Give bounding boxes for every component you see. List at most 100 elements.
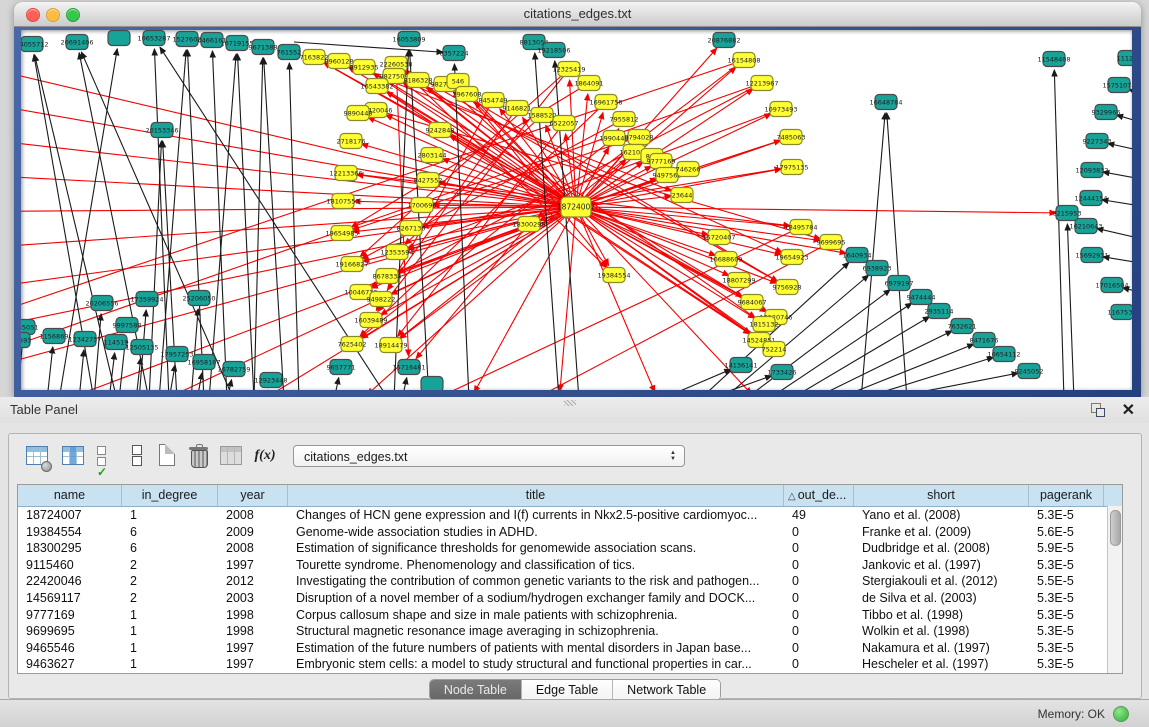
graph-edge[interactable] <box>169 365 175 390</box>
column-header-name[interactable]: name <box>18 485 122 506</box>
graph-edge[interactable] <box>209 54 236 390</box>
network-canvas[interactable]: 1872400771638228960128891293522260538982… <box>21 30 1132 390</box>
graph-edge[interactable] <box>79 350 84 390</box>
column-header-year[interactable]: year <box>218 485 288 506</box>
graph-edge[interactable] <box>879 373 1018 390</box>
column-header-out_de[interactable]: △out_de... <box>784 485 854 506</box>
graph-node-label: 9699695 <box>817 238 846 246</box>
select-all-columns-button[interactable]: ✓ ✓ <box>93 442 121 470</box>
graph-edge[interactable] <box>21 207 576 340</box>
graph-edge[interactable] <box>659 369 731 390</box>
cell-pagerank: 5.3E-5 <box>1029 656 1104 673</box>
table-row[interactable]: 977716911998Corpus callosum shape and si… <box>18 607 1122 624</box>
window-titlebar[interactable]: citations_edges.txt <box>14 2 1141 27</box>
show-columns-button[interactable] <box>59 442 87 470</box>
table-vertical-scrollbar[interactable] <box>1107 506 1122 673</box>
column-header-short[interactable]: short <box>854 485 1029 506</box>
table-row[interactable]: 1830029562008Estimation of significance … <box>18 540 1122 557</box>
tab-node-table[interactable]: Node Table <box>430 680 522 700</box>
column-header-in_degree[interactable]: in_degree <box>122 485 218 506</box>
table-panel-header: Table Panel ✕ <box>0 397 1149 423</box>
graph-node-label: 18300295 <box>512 220 545 228</box>
show-rows-button[interactable] <box>123 442 151 470</box>
tab-edge-table[interactable]: Edge Table <box>522 680 613 700</box>
cell-out_de: 0 <box>784 573 854 590</box>
graph-edge[interactable] <box>264 58 284 390</box>
splitter-grip[interactable] <box>564 400 576 406</box>
graph-node-label: 17016504 <box>1095 281 1128 289</box>
tab-network-table[interactable]: Network Table <box>613 680 720 700</box>
create-table-button[interactable] <box>153 442 181 470</box>
citation-network-graph[interactable]: 1872400771638228960128891293522260538982… <box>21 30 1132 390</box>
graph-edge[interactable] <box>254 58 263 390</box>
graph-node-label: 9474444 <box>907 293 936 301</box>
graph-node-label: 9498222 <box>367 295 396 303</box>
cell-out_de: 49 <box>784 507 854 524</box>
graph-node-label: 23644 <box>672 191 693 199</box>
table-row[interactable]: 946362711997Embryonic stem cells: a mode… <box>18 656 1122 673</box>
table-row[interactable]: 946554611997Estimation of the future num… <box>18 640 1122 657</box>
graph-edge[interactable] <box>212 51 227 390</box>
close-panel-icon[interactable]: ✕ <box>1122 400 1135 420</box>
graph-edge[interactable] <box>159 50 186 390</box>
table-selector-dropdown[interactable]: citations_edges.txt ▲▼ <box>293 445 685 467</box>
column-header-title[interactable]: title <box>288 485 784 506</box>
graph-node-label: 18495784 <box>784 223 817 231</box>
graph-edge[interactable] <box>576 207 1056 213</box>
graph-node-label: 1167533 <box>1108 308 1132 316</box>
graph-node-label: 18807299 <box>722 276 755 284</box>
table-row[interactable]: 1456911722003Disruption of a novel membe… <box>18 590 1122 607</box>
graph-edge[interactable] <box>1067 224 1074 390</box>
disabled-table-icon <box>220 446 242 465</box>
table-row[interactable]: 1872400712008Changes of HCN gene express… <box>18 507 1122 524</box>
graph-edge[interactable] <box>21 60 744 328</box>
table-selector-value: citations_edges.txt <box>304 450 408 464</box>
graph-edge[interactable] <box>857 357 994 390</box>
graph-edge[interactable] <box>402 378 407 390</box>
scrollbar-thumb[interactable] <box>1110 510 1121 546</box>
graph-edge[interactable] <box>454 64 469 390</box>
cell-name: 9777169 <box>18 607 122 624</box>
graph-node-label: 6938923 <box>863 264 892 272</box>
import-table-button-disabled <box>217 442 245 470</box>
graph-node-label: 10653287 <box>137 34 170 42</box>
graph-node-label: 1990448 <box>600 134 629 142</box>
cell-year: 2009 <box>218 524 288 541</box>
graph-node-label: 9245052 <box>1015 367 1044 375</box>
table-row[interactable]: 911546021997Tourette syndrome. Phenomeno… <box>18 557 1122 574</box>
table-options-button[interactable] <box>23 442 51 470</box>
graph-edge[interactable] <box>238 54 254 390</box>
graph-node[interactable] <box>421 377 443 391</box>
graph-edge[interactable] <box>1117 115 1132 124</box>
table-panel-title: Table Panel <box>10 402 78 417</box>
graph-node[interactable] <box>108 31 130 46</box>
function-builder-button[interactable]: f(x) <box>251 442 279 470</box>
memory-ok-indicator[interactable] <box>1113 706 1129 722</box>
graph-node-label: 8454749 <box>479 96 508 104</box>
graph-edge[interactable] <box>576 207 655 390</box>
cell-year: 1997 <box>218 640 288 657</box>
delete-table-button[interactable] <box>185 442 213 470</box>
graph-node-label: 1588520 <box>528 111 557 119</box>
table-row[interactable]: 2242004622012Investigating the contribut… <box>18 573 1122 590</box>
graph-edge[interactable] <box>560 207 576 390</box>
graph-edge[interactable] <box>704 376 772 390</box>
cell-name: 22420046 <box>18 573 122 590</box>
graph-edge[interactable] <box>789 317 930 390</box>
table-row[interactable]: 969969511998Structural magnetic resonanc… <box>18 623 1122 640</box>
cell-short: Dudbridge et al. (2008) <box>854 540 1029 557</box>
graph-edge[interactable] <box>94 314 101 390</box>
graph-edge[interactable] <box>334 378 339 390</box>
graph-node-label: 18107553 <box>326 197 359 205</box>
cell-year: 1998 <box>218 623 288 640</box>
graph-edge[interactable] <box>1054 70 1064 390</box>
graph-edge[interactable] <box>576 207 790 226</box>
graph-edge[interactable] <box>887 113 907 390</box>
graph-edge[interactable] <box>47 347 53 390</box>
table-row[interactable]: 1938455462009Genome-wide association stu… <box>18 524 1122 541</box>
graph-edge[interactable] <box>197 373 202 390</box>
graph-node-label: 391593 <box>21 336 31 344</box>
graph-node-label: 22260538 <box>379 60 412 68</box>
column-header-pagerank[interactable]: pagerank <box>1029 485 1104 506</box>
float-panel-icon[interactable] <box>1091 403 1105 417</box>
